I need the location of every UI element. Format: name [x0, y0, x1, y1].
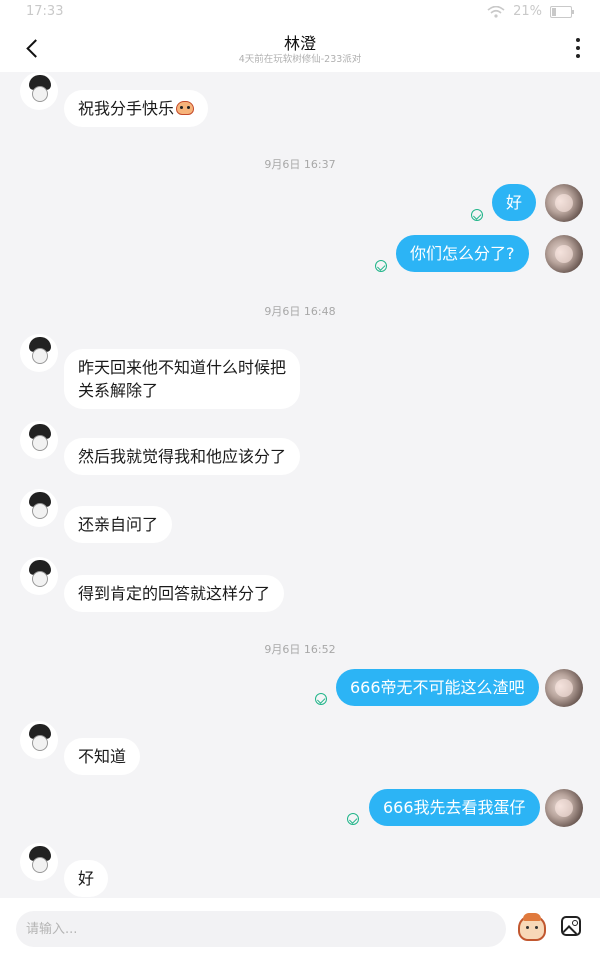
message-text: 得到肯定的回答就这样分了	[78, 584, 271, 603]
more-dot-icon	[576, 38, 580, 42]
chat-message-list[interactable]: 祝我分手快乐 9月6日 16:37 好 你们怎么分了? 9月6日 16:48 昨…	[0, 72, 600, 898]
status-time: 17:33	[26, 4, 64, 19]
outgoing-message[interactable]: 666帝无不可能这么渣吧	[336, 669, 539, 706]
image-icon[interactable]	[561, 916, 581, 936]
more-options-button[interactable]	[570, 36, 586, 60]
timestamp: 9月6日 16:52	[264, 643, 336, 656]
chat-header: 林澄 4天前在玩软树修仙-233派对	[0, 24, 600, 72]
contact-avatar[interactable]	[20, 489, 58, 527]
message-text: 不知道	[78, 747, 127, 766]
wifi-icon	[487, 5, 505, 18]
more-dot-icon	[576, 46, 580, 50]
face-emoji-icon	[176, 101, 195, 115]
status-indicators: 21%	[487, 4, 574, 19]
battery-percent: 21%	[513, 4, 542, 19]
message-text: 你们怎么分了?	[410, 244, 515, 263]
incoming-message[interactable]: 祝我分手快乐	[64, 90, 209, 127]
contact-avatar[interactable]	[20, 72, 58, 110]
incoming-message[interactable]: 好	[64, 860, 109, 897]
message-text: 祝我分手快乐	[78, 99, 175, 118]
contact-avatar[interactable]	[20, 334, 58, 372]
contact-avatar[interactable]	[20, 843, 58, 881]
self-avatar[interactable]	[545, 669, 583, 707]
outgoing-message[interactable]: 好	[492, 184, 537, 221]
battery-icon	[550, 5, 574, 18]
message-text: 还亲自问了	[78, 515, 159, 534]
contact-avatar[interactable]	[20, 721, 58, 759]
outgoing-message[interactable]: 666我先去看我蛋仔	[369, 789, 540, 826]
self-avatar[interactable]	[545, 184, 583, 222]
contact-avatar[interactable]	[20, 557, 58, 595]
self-avatar[interactable]	[545, 789, 583, 827]
incoming-message[interactable]: 得到肯定的回答就这样分了	[64, 575, 285, 612]
read-check-icon	[315, 693, 327, 705]
contact-status: 4天前在玩软树修仙-233派对	[238, 54, 362, 65]
message-input-bar	[0, 898, 600, 960]
incoming-message[interactable]: 昨天回来他不知道什么时候把关系解除了	[64, 349, 300, 409]
outgoing-message[interactable]: 你们怎么分了?	[396, 235, 529, 272]
message-text: 然后我就觉得我和他应该分了	[78, 447, 287, 466]
more-dot-icon	[576, 54, 580, 58]
self-avatar[interactable]	[545, 235, 583, 273]
incoming-message[interactable]: 还亲自问了	[64, 506, 173, 543]
timestamp: 9月6日 16:48	[264, 305, 336, 318]
incoming-message[interactable]: 然后我就觉得我和他应该分了	[64, 438, 301, 475]
read-check-icon	[375, 260, 387, 272]
incoming-message[interactable]: 不知道	[64, 738, 141, 775]
emoji-face-icon[interactable]	[518, 913, 546, 941]
read-check-icon	[347, 813, 359, 825]
contact-avatar[interactable]	[20, 421, 58, 459]
read-check-icon	[471, 209, 483, 221]
message-text: 昨天回来他不知道什么时候把关系解除了	[78, 358, 287, 400]
message-text: 666我先去看我蛋仔	[383, 798, 526, 817]
timestamp: 9月6日 16:37	[264, 158, 336, 171]
message-text: 666帝无不可能这么渣吧	[350, 678, 525, 697]
message-text: 好	[506, 193, 523, 212]
status-bar: 17:33 21%	[0, 0, 600, 24]
message-text: 好	[78, 869, 95, 888]
message-input[interactable]	[16, 911, 506, 947]
